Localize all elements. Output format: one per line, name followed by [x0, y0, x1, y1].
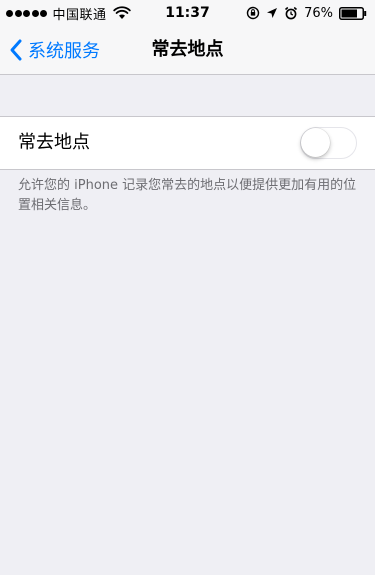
battery-icon [339, 6, 367, 20]
status-right: 76% [240, 0, 367, 26]
setting-row-frequent-locations: 常去地点 [0, 116, 375, 170]
setting-label: 常去地点 [18, 132, 90, 153]
page-title: 常去地点 [151, 39, 224, 60]
battery-percent: 76% [304, 5, 333, 21]
navigation-bar: 系统服务 常去地点 [0, 26, 375, 75]
alarm-icon [285, 6, 298, 20]
footer-note: 允许您的 iPhone 记录您常去的地点以便提供更加有用的位置相关信息。 [18, 178, 357, 213]
rotation-lock-icon [246, 6, 260, 20]
toggle-knob [301, 128, 330, 157]
status-bar: 中国联通 11:37 76% [0, 0, 375, 26]
location-arrow-icon [267, 8, 278, 18]
frequent-locations-toggle[interactable] [300, 127, 357, 159]
